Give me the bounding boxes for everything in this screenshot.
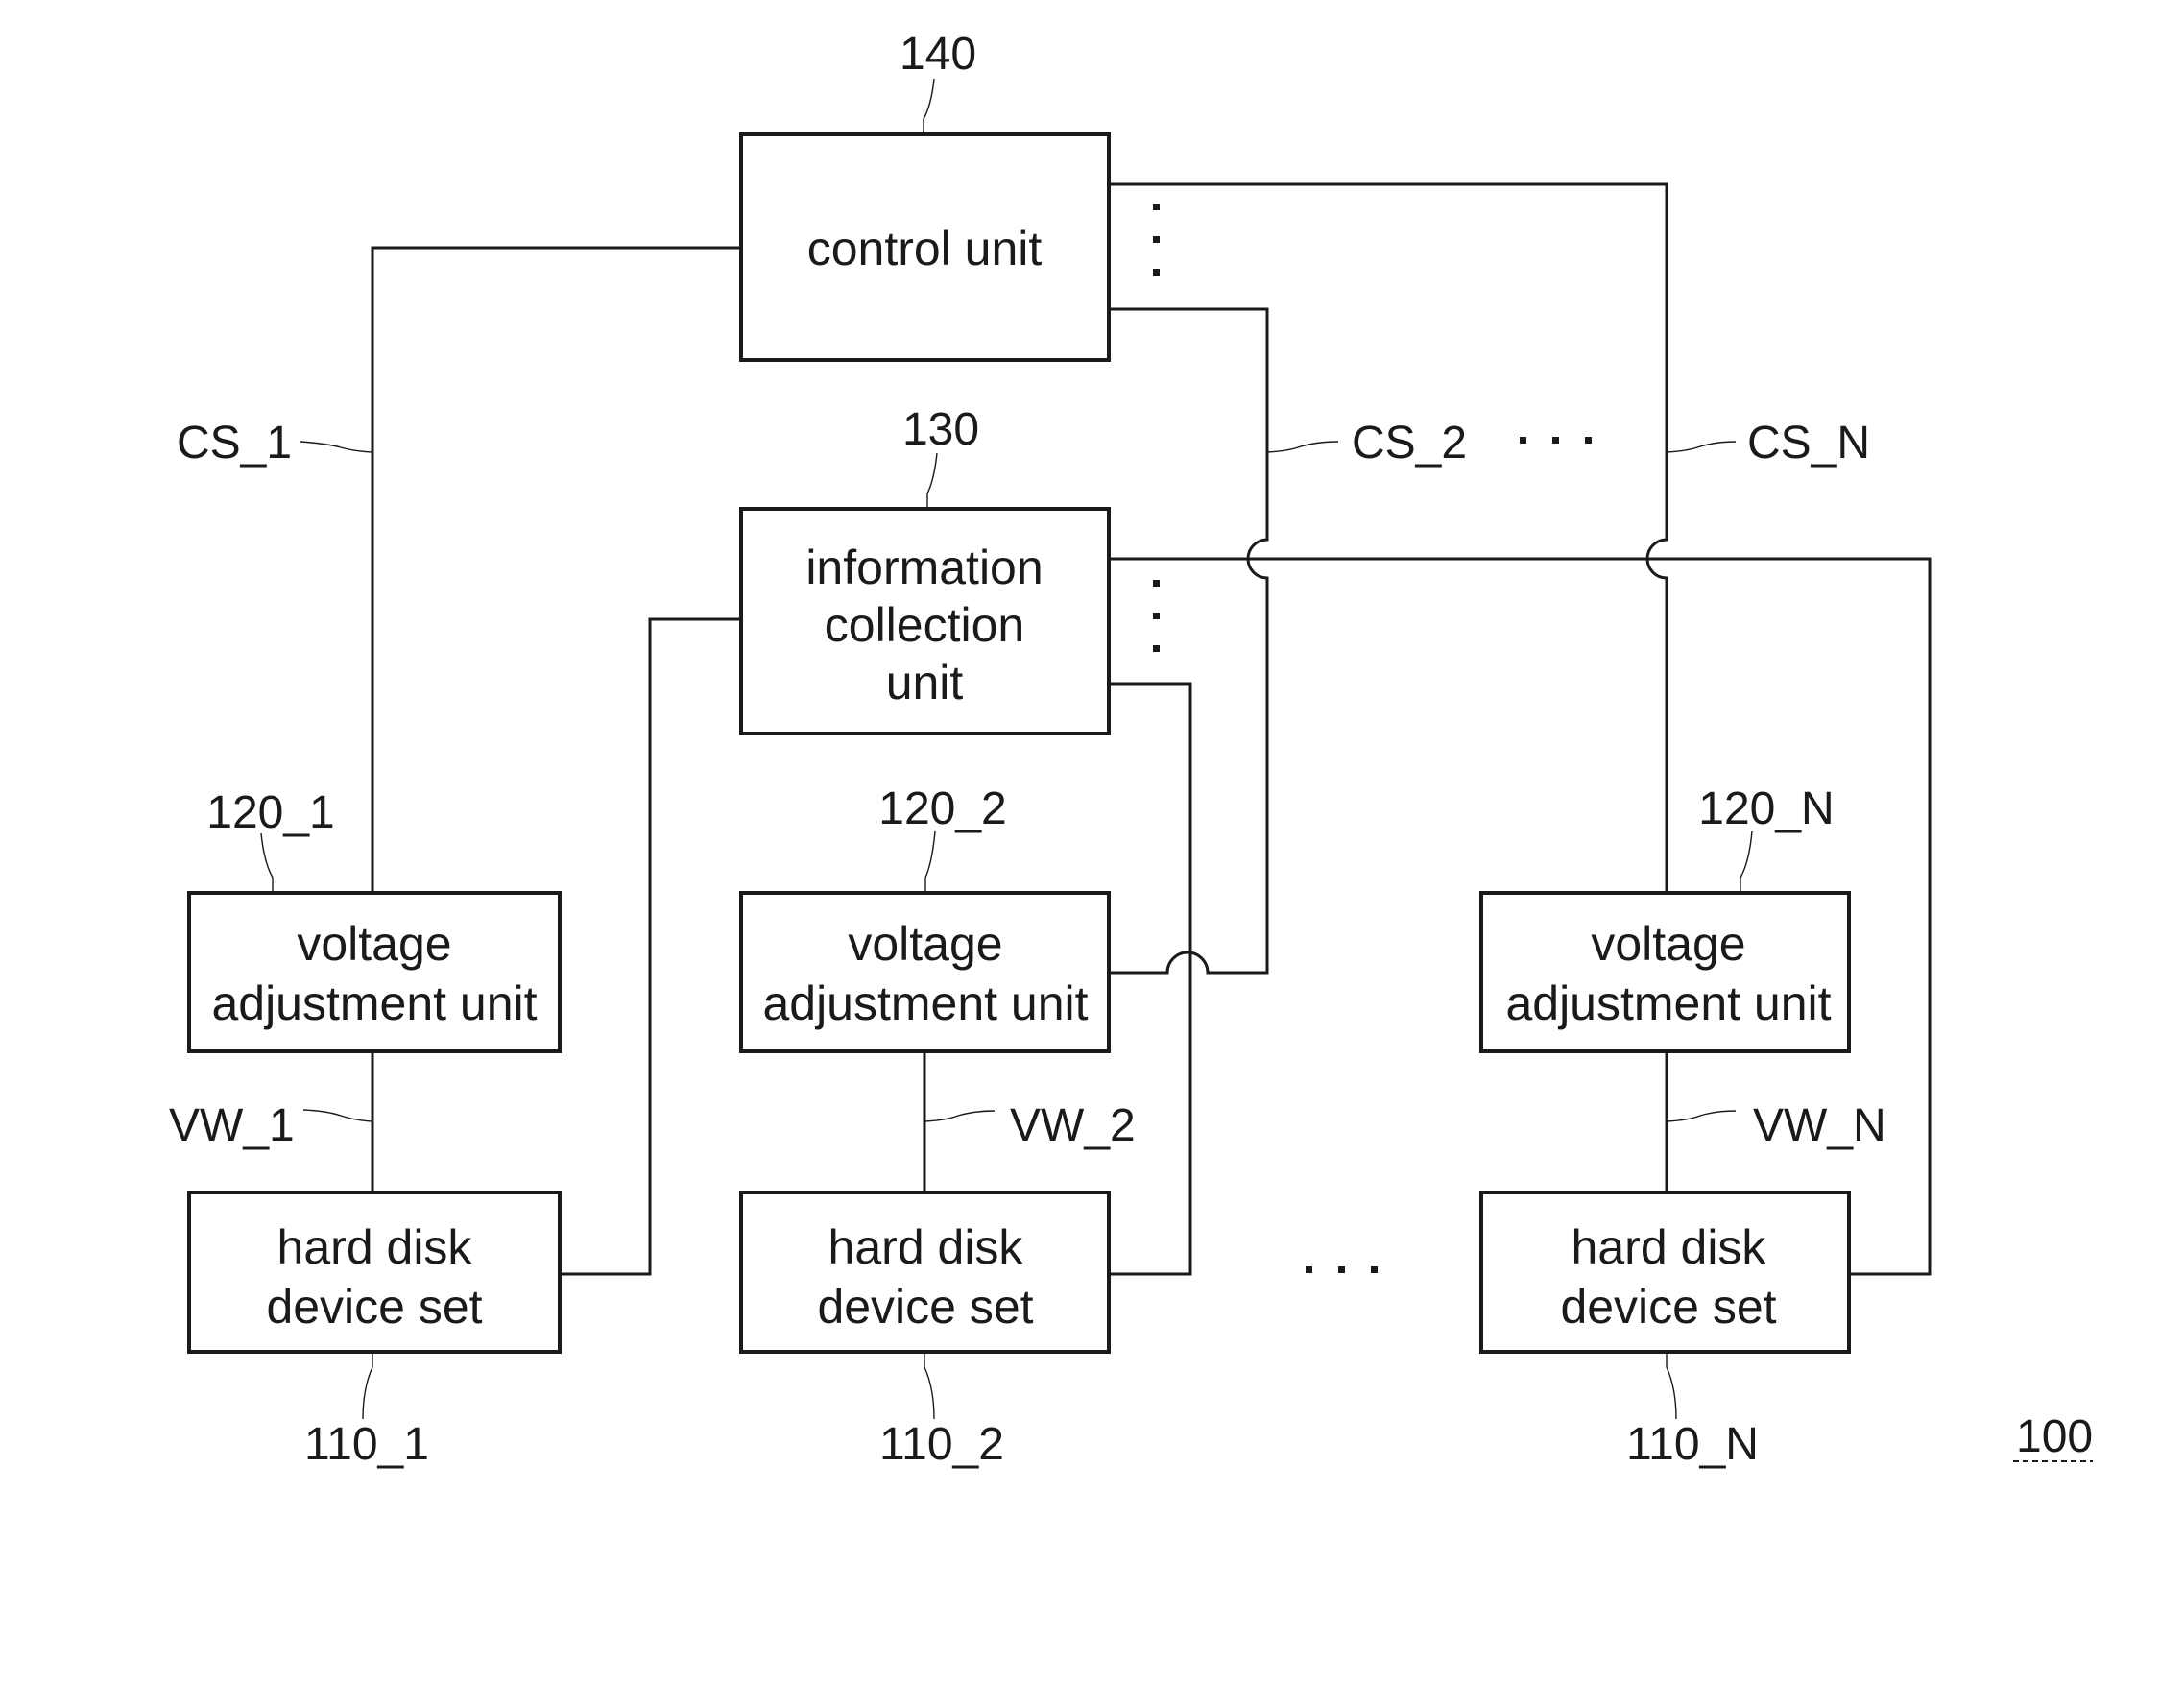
leader-control-unit [923, 78, 935, 134]
control-unit-label: control unit [807, 222, 1043, 276]
voltage-unit-2-line1: voltage [848, 917, 1002, 971]
leader-vw-1 [302, 1109, 373, 1122]
ref-label-voltage-unit-2: 120_2 [878, 783, 1006, 834]
voltage-unit-2-line2: adjustment unit [762, 976, 1088, 1030]
signal-label-vw-n: VW_N [1753, 1100, 1886, 1151]
wire-cs-n [1109, 182, 1668, 893]
leader-cs-1 [300, 441, 373, 453]
wire-info-hdd-2 [1109, 682, 1192, 1276]
voltage-unit-1-line2: adjustment unit [211, 976, 537, 1030]
hdd-set-2-line1: hard disk [828, 1220, 1024, 1274]
wire-cs-2 [1109, 307, 1269, 975]
leader-hdd-set-2 [924, 1352, 935, 1420]
voltage-adjustment-unit-n: voltage adjustment unit [1479, 891, 1851, 1053]
ref-label-hdd-set-2: 110_2 [879, 1419, 1004, 1470]
leader-cs-n [1666, 441, 1737, 453]
voltage-unit-n-line1: voltage [1591, 917, 1745, 971]
leader-cs-2 [1266, 441, 1339, 453]
ref-label-hdd-set-n: 110_N [1626, 1419, 1759, 1470]
signal-label-cs-n: CS_N [1747, 418, 1870, 469]
leader-voltage-unit-2 [924, 830, 936, 893]
wire-info-hdd-1 [560, 617, 739, 1276]
wire-cs-1 [371, 246, 739, 893]
hard-disk-device-set-1: hard disk device set [187, 1191, 562, 1354]
voltage-unit-1-line1: voltage [297, 917, 451, 971]
hdd-set-2-line2: device set [817, 1280, 1033, 1334]
hard-disk-device-set-n: hard disk device set [1479, 1191, 1851, 1354]
leader-hdd-set-n [1666, 1352, 1677, 1420]
leader-vw-n [1666, 1110, 1737, 1122]
ref-label-voltage-unit-1: 120_1 [206, 787, 334, 838]
signal-label-cs-2: CS_2 [1352, 418, 1467, 469]
leader-voltage-unit-1 [260, 832, 274, 893]
ellipsis-control-outputs [1153, 204, 1160, 276]
leader-info-unit [926, 452, 938, 509]
hard-disk-device-set-2: hard disk device set [739, 1191, 1111, 1354]
info-unit-label-line1: information [805, 541, 1043, 594]
hdd-set-1-line1: hard disk [277, 1220, 473, 1274]
ellipsis-hard-disk-sets [1306, 1266, 1378, 1273]
voltage-adjustment-unit-2: voltage adjustment unit [739, 891, 1111, 1053]
leader-vw-2 [924, 1110, 996, 1122]
figure-ref-label: 100 [2016, 1411, 2093, 1462]
ref-label-info-unit: 130 [902, 404, 979, 455]
ellipsis-info-outputs [1153, 580, 1160, 652]
information-collection-unit-block: information collection unit [739, 507, 1111, 735]
leader-voltage-unit-n [1740, 830, 1753, 893]
ref-label-voltage-unit-n: 120_N [1698, 783, 1834, 834]
control-unit-block: control unit [739, 132, 1111, 362]
diagram-canvas: control unit information collection unit… [169, 29, 2093, 1470]
ref-label-control-unit: 140 [900, 29, 976, 80]
info-unit-label-line2: collection [825, 598, 1024, 652]
voltage-adjustment-unit-1: voltage adjustment unit [187, 891, 562, 1053]
ref-label-hdd-set-1: 110_1 [304, 1419, 429, 1470]
info-unit-label-line3: unit [886, 656, 964, 710]
signal-label-vw-2: VW_2 [1010, 1100, 1136, 1151]
hdd-set-n-line2: device set [1560, 1280, 1776, 1334]
ellipsis-control-signals [1520, 437, 1592, 444]
hdd-set-n-line1: hard disk [1572, 1220, 1767, 1274]
signal-label-cs-1: CS_1 [177, 418, 292, 469]
voltage-unit-n-line2: adjustment unit [1505, 976, 1831, 1030]
leader-hdd-set-1 [362, 1352, 373, 1420]
signal-label-vw-1: VW_1 [169, 1100, 295, 1151]
hdd-set-1-line2: device set [266, 1280, 482, 1334]
